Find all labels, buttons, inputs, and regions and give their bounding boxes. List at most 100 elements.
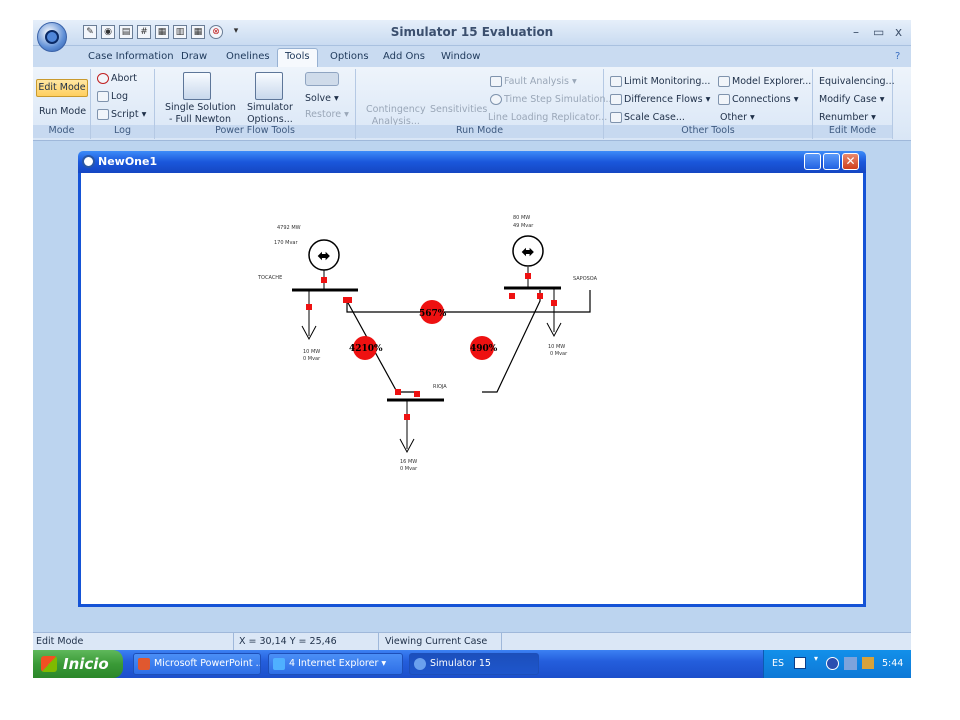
difference-flows-button[interactable]: Difference Flows ▾ xyxy=(610,94,710,106)
breaker[interactable] xyxy=(525,273,531,279)
security-icon[interactable] xyxy=(862,657,874,669)
solve-label: Solve xyxy=(305,93,331,104)
load-saposoa-mvar: 0 Mvar xyxy=(550,351,568,357)
bus-rioja-label: RIOJA xyxy=(433,384,447,390)
breaker[interactable] xyxy=(321,277,327,283)
language-indicator[interactable]: ES xyxy=(772,658,784,669)
tray-app-icon[interactable] xyxy=(826,657,839,670)
restore-button[interactable]: ▭ xyxy=(873,25,884,39)
oneline-diagram[interactable]: ⬌ ⬌ 4792 MW 170 Mvar TOCACHE 80 MW 49 Mv… xyxy=(81,173,863,607)
log-group: Abort Log Script ▾ Log xyxy=(91,69,155,139)
line-loading-replicator-button[interactable]: Line Loading Replicator... xyxy=(488,112,607,124)
model-explorer-icon xyxy=(718,76,730,87)
load-rioja-mw: 16 MW xyxy=(400,459,417,465)
breaker[interactable] xyxy=(343,297,352,303)
limit-monitoring-label: Limit Monitoring... xyxy=(624,76,711,87)
window-title: Simulator 15 Evaluation xyxy=(390,25,554,39)
power-flow-tools-label: Power Flow Tools xyxy=(155,125,355,138)
tab-options[interactable]: Options xyxy=(330,51,369,62)
edit-mode-group-label: Edit Mode xyxy=(813,125,892,138)
scale-case-label: Scale Case... xyxy=(624,112,685,123)
tab-add-ons[interactable]: Add Ons xyxy=(383,51,425,62)
simulator-options-button[interactable]: Simulator Options... xyxy=(247,102,293,126)
breaker[interactable] xyxy=(551,300,557,306)
gen-tocache-mvar: 170 Mvar xyxy=(274,240,298,246)
restore-label: Restore xyxy=(305,109,342,120)
sensitivities-button[interactable]: Sensitivities xyxy=(430,104,487,116)
breaker[interactable] xyxy=(537,293,543,299)
log-group-label: Log xyxy=(91,125,154,138)
child-close-button[interactable]: ✕ xyxy=(842,153,859,170)
abort-button[interactable]: Abort xyxy=(97,73,137,85)
scale-case-button[interactable]: Scale Case... xyxy=(610,112,685,124)
child-maximize-button[interactable] xyxy=(823,153,840,170)
edit-mode-group: Equivalencing... Modify Case ▾ Renumber … xyxy=(813,69,895,139)
network-icon[interactable] xyxy=(844,657,857,670)
modify-case-button[interactable]: Modify Case ▾ xyxy=(819,94,885,106)
help-icon[interactable]: ? xyxy=(895,51,900,62)
log-icon xyxy=(97,91,109,102)
single-solution-button[interactable]: Single Solution - Full Newton xyxy=(165,102,236,126)
task-simulator[interactable]: Simulator 15 xyxy=(409,653,539,675)
mode-group-label: Mode xyxy=(33,125,90,138)
bus-tocache-label: TOCACHE xyxy=(257,275,282,281)
load-tocache-mw: 10 MW xyxy=(303,349,320,355)
simulator-logo-icon xyxy=(45,30,59,44)
breaker[interactable] xyxy=(509,293,515,299)
clock-icon xyxy=(490,94,502,105)
oneline-window-titlebar[interactable]: NewOne1 ✕ xyxy=(78,151,866,173)
language-bar-icon[interactable] xyxy=(794,657,806,669)
script-label: Script xyxy=(111,109,139,120)
tab-tools[interactable]: Tools xyxy=(277,48,318,69)
tab-onelines[interactable]: Onelines xyxy=(226,51,270,62)
limit-monitoring-button[interactable]: Limit Monitoring... xyxy=(610,76,710,88)
status-viewing: Viewing Current Case xyxy=(385,636,488,647)
breaker[interactable] xyxy=(395,389,401,395)
breaker[interactable] xyxy=(404,414,410,420)
breaker[interactable] xyxy=(414,391,420,397)
windows-logo-icon xyxy=(41,656,57,672)
mdi-workspace: NewOne1 ✕ ⬌ ⬌ 4792 MW 170 Mvar TOCACHE 8… xyxy=(33,142,911,632)
tab-case-information[interactable]: Case Information xyxy=(88,51,174,62)
status-bar: Edit Mode X = 30,14 Y = 25,46 Viewing Cu… xyxy=(33,632,911,651)
fault-analysis-button[interactable]: Fault Analysis ▾ xyxy=(490,76,577,88)
model-explorer-label: Model Explorer... xyxy=(732,76,812,87)
task-powerpoint[interactable]: Microsoft PowerPoint ... xyxy=(133,653,261,675)
ribbon-tabs: Case Information Draw Onelines Tools Opt… xyxy=(33,46,911,69)
task-internet-explorer[interactable]: 4 Internet Explorer ▾ xyxy=(268,653,403,675)
internet-explorer-icon xyxy=(273,658,285,670)
connections-icon xyxy=(718,94,730,105)
bus-saposoa-label: SAPOSOA xyxy=(573,276,598,282)
renumber-label: Renumber xyxy=(819,112,869,123)
close-button[interactable]: x xyxy=(895,25,902,39)
restore-case-button[interactable]: Restore ▾ xyxy=(305,109,349,121)
tab-window[interactable]: Window xyxy=(441,51,480,62)
log-button[interactable]: Log xyxy=(97,91,128,103)
connections-button[interactable]: Connections ▾ xyxy=(718,94,799,106)
model-explorer-button[interactable]: Model Explorer... xyxy=(718,76,811,88)
edit-mode-button[interactable]: Edit Mode xyxy=(36,79,88,97)
tab-draw[interactable]: Draw xyxy=(181,51,207,62)
calculator-icon xyxy=(183,72,211,100)
equivalencing-button[interactable]: Equivalencing... xyxy=(819,76,895,88)
difference-flows-label: Difference Flows xyxy=(624,94,703,105)
time-step-simulation-button[interactable]: Time Step Simulation... xyxy=(490,94,615,106)
start-button[interactable]: Inicio xyxy=(33,650,123,678)
windows-taskbar: Inicio Microsoft PowerPoint ... 4 Intern… xyxy=(33,650,911,678)
renumber-button[interactable]: Renumber ▾ xyxy=(819,112,876,124)
other-button[interactable]: Other ▾ xyxy=(720,112,755,124)
script-icon xyxy=(97,109,109,120)
breaker[interactable] xyxy=(306,304,312,310)
task-simulator-label: Simulator 15 xyxy=(430,658,491,669)
simulator-options-icon xyxy=(255,72,283,100)
run-mode-button[interactable]: Run Mode xyxy=(39,106,86,118)
script-button[interactable]: Script ▾ xyxy=(97,109,146,121)
solve-button[interactable]: Solve ▾ xyxy=(305,93,339,105)
status-coordinates: X = 30,14 Y = 25,46 xyxy=(239,636,337,647)
minimize-button[interactable]: – xyxy=(853,25,859,39)
line-tocache-rioja-loading: 4210% xyxy=(349,344,383,354)
tray-chevron-icon[interactable]: ▾ xyxy=(814,654,818,663)
clock[interactable]: 5:44 xyxy=(882,658,903,669)
child-minimize-button[interactable] xyxy=(804,153,821,170)
application-menu-button[interactable] xyxy=(37,22,67,52)
